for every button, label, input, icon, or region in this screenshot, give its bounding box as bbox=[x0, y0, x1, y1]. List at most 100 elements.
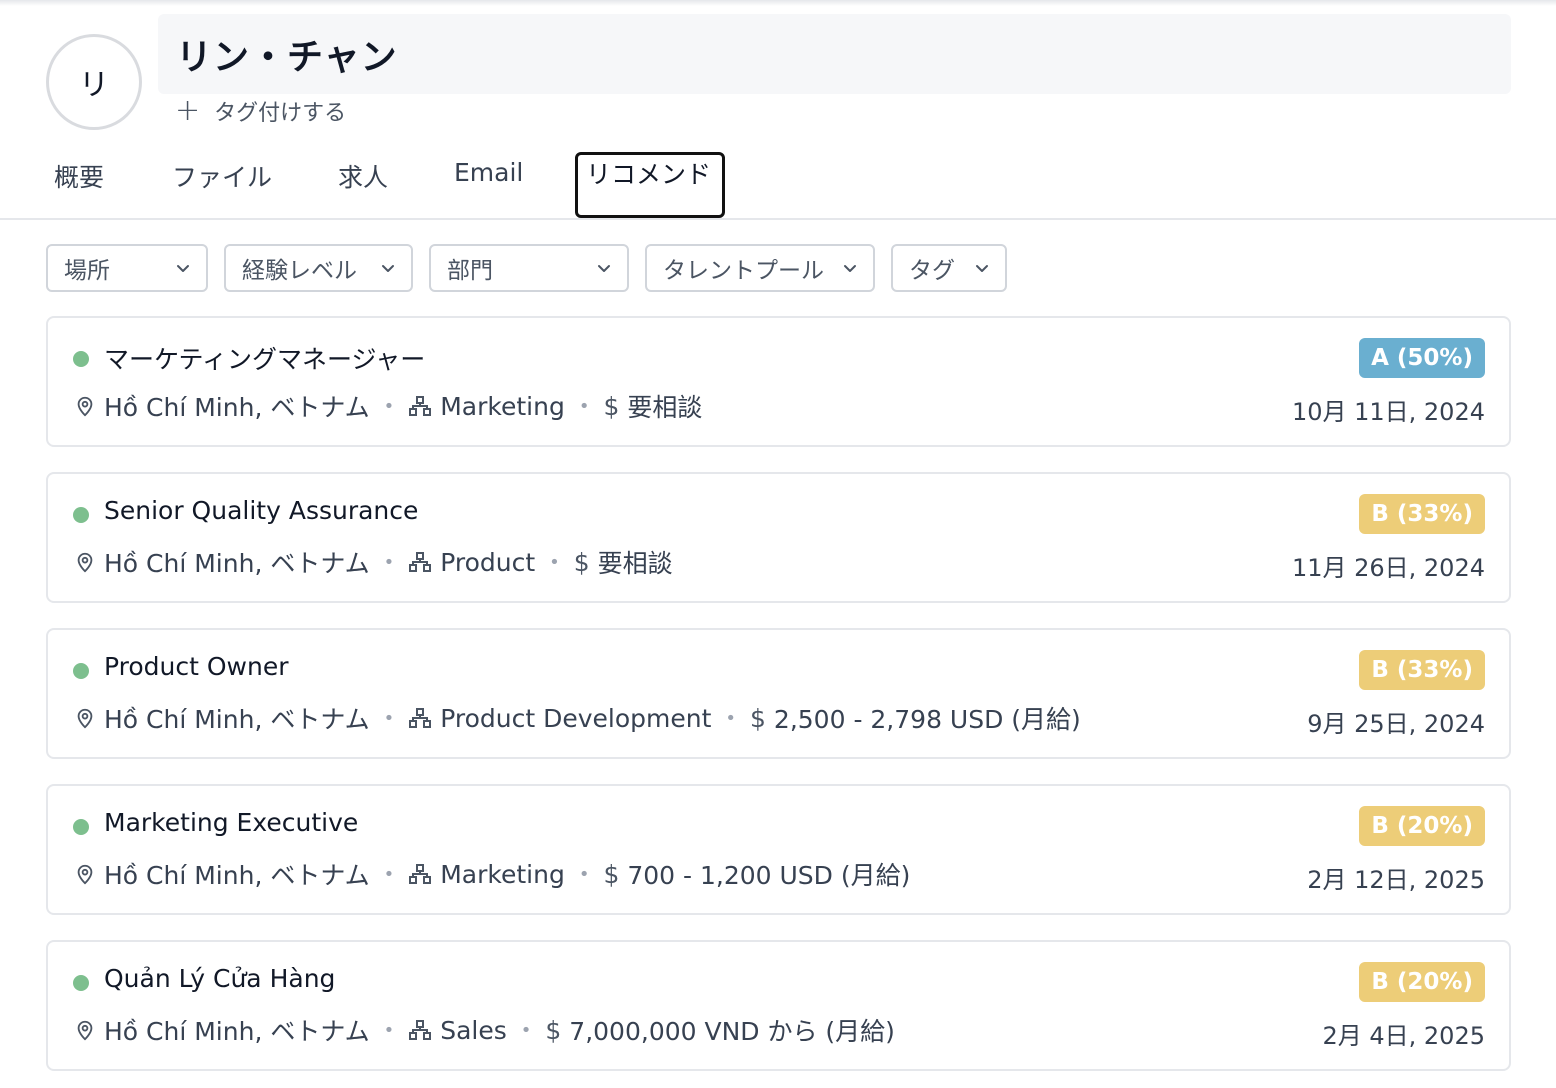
candidate-name-field[interactable]: リン・チャン bbox=[158, 14, 1511, 94]
add-tag-label: タグ付けする bbox=[214, 101, 347, 126]
match-grade-badge: B (33%) bbox=[1359, 650, 1485, 690]
tab-overview[interactable]: 概要 bbox=[54, 154, 104, 214]
separator-dot: • bbox=[383, 395, 395, 417]
separator-dot: • bbox=[578, 863, 590, 885]
filter-label: 部門 bbox=[447, 258, 493, 284]
status-dot bbox=[73, 663, 89, 679]
job-meta: Hồ Chí Minh, ベトナム • Marketing • $ 要相談 bbox=[74, 388, 702, 424]
tab-jobs[interactable]: 求人 bbox=[338, 154, 388, 214]
job-card[interactable]: Product Owner Hồ Chí Minh, ベトナム • Produc… bbox=[46, 628, 1511, 759]
location-pin-icon bbox=[77, 1020, 93, 1041]
job-card[interactable]: Senior Quality Assurance Hồ Chí Minh, ベト… bbox=[46, 472, 1511, 603]
chevron-down-icon bbox=[976, 265, 988, 272]
filter-tag[interactable]: タグ bbox=[891, 244, 1007, 292]
chevron-down-icon bbox=[844, 265, 856, 272]
job-salary: 700 - 1,200 USD (月給) bbox=[627, 861, 911, 890]
match-grade-badge: B (20%) bbox=[1359, 962, 1485, 1002]
dollar-icon: $ bbox=[603, 859, 620, 889]
avatar-initial: リ bbox=[79, 68, 109, 103]
match-grade-badge: B (33%) bbox=[1359, 494, 1485, 534]
candidate-name: リン・チャン bbox=[176, 37, 398, 78]
dollar-icon: $ bbox=[750, 703, 766, 733]
filter-label: 経験レベル bbox=[242, 258, 357, 284]
location-pin-icon bbox=[77, 396, 93, 417]
filter-location[interactable]: 場所 bbox=[46, 244, 208, 292]
job-meta: Hồ Chí Minh, ベトナム • Marketing • $ 700 - … bbox=[74, 856, 910, 892]
chevron-down-icon bbox=[598, 265, 610, 272]
job-location: Hồ Chí Minh, ベトナム bbox=[104, 393, 370, 422]
tab-label: ファイル bbox=[172, 163, 273, 192]
location-pin-icon bbox=[77, 708, 93, 729]
separator-dot: • bbox=[549, 551, 560, 573]
status-dot bbox=[73, 819, 89, 835]
filter-label: 場所 bbox=[64, 258, 110, 284]
job-title[interactable]: Senior Quality Assurance bbox=[104, 496, 418, 525]
job-salary: 要相談 bbox=[597, 549, 673, 578]
separator-dot: • bbox=[383, 863, 395, 885]
tab-label: 求人 bbox=[338, 163, 389, 192]
department-icon bbox=[409, 708, 432, 728]
status-dot bbox=[73, 351, 89, 367]
job-title[interactable]: マーケティングマネージャー bbox=[104, 340, 425, 376]
location-pin-icon bbox=[77, 552, 93, 573]
department-icon bbox=[409, 396, 432, 416]
job-salary: 要相談 bbox=[627, 393, 703, 422]
job-salary: 7,000,000 VND から (月給) bbox=[569, 1017, 895, 1046]
job-date: 10月 11日, 2024 bbox=[1291, 398, 1485, 426]
job-card[interactable]: Marketing Executive Hồ Chí Minh, ベトナム • … bbox=[46, 784, 1511, 915]
job-card[interactable]: マーケティングマネージャー Hồ Chí Minh, ベトナム • Market… bbox=[46, 316, 1511, 447]
chevron-down-icon bbox=[382, 265, 394, 272]
separator-dot: • bbox=[578, 395, 590, 417]
separator-dot: • bbox=[725, 707, 737, 729]
job-date: 11月 26日, 2024 bbox=[1291, 554, 1485, 582]
dollar-icon: $ bbox=[603, 391, 620, 421]
dollar-icon: $ bbox=[573, 547, 590, 577]
location-pin-icon bbox=[77, 864, 93, 885]
separator-dot: • bbox=[520, 1019, 532, 1041]
job-card[interactable]: Quản Lý Cửa Hàng Hồ Chí Minh, ベトナム • Sal… bbox=[46, 940, 1511, 1071]
job-location: Hồ Chí Minh, ベトナム bbox=[104, 861, 370, 890]
job-date: 2月 12日, 2025 bbox=[1307, 866, 1485, 894]
filter-talent-pool[interactable]: タレントプール bbox=[645, 244, 875, 292]
job-meta: Hồ Chí Minh, ベトナム • Product Development … bbox=[74, 700, 1081, 736]
avatar: リ bbox=[46, 34, 142, 130]
separator-dot: • bbox=[383, 707, 395, 729]
top-shadow bbox=[0, 0, 1556, 6]
filter-experience-level[interactable]: 経験レベル bbox=[224, 244, 413, 292]
job-department: Marketing bbox=[440, 391, 565, 421]
filter-label: タグ bbox=[909, 258, 955, 284]
tab-bar: 概要 ファイル 求人 Email リコメンド bbox=[0, 150, 1556, 220]
tab-label: 概要 bbox=[54, 163, 105, 192]
tab-label: Email bbox=[454, 158, 524, 187]
job-location: Hồ Chí Minh, ベトナム bbox=[104, 549, 370, 578]
dollar-icon: $ bbox=[545, 1015, 562, 1045]
job-department: Marketing bbox=[440, 859, 565, 889]
department-icon bbox=[409, 552, 432, 572]
job-title[interactable]: Marketing Executive bbox=[104, 808, 358, 837]
chevron-down-icon bbox=[177, 265, 189, 272]
job-location: Hồ Chí Minh, ベトナム bbox=[104, 1017, 370, 1046]
candidate-page: リ リン・チャン + タグ付けする 概要 ファイル 求人 Email リコメンド… bbox=[0, 0, 1556, 1088]
job-department: Sales bbox=[440, 1015, 507, 1045]
tab-files[interactable]: ファイル bbox=[172, 154, 272, 214]
plus-icon: + bbox=[175, 93, 201, 128]
department-icon bbox=[409, 864, 432, 884]
job-title[interactable]: Product Owner bbox=[104, 652, 289, 681]
filter-department[interactable]: 部門 bbox=[429, 244, 629, 292]
tab-email[interactable]: Email bbox=[454, 154, 523, 214]
job-department: Product Development bbox=[440, 703, 712, 733]
job-meta: Hồ Chí Minh, ベトナム • Sales • $ 7,000,000 … bbox=[74, 1012, 895, 1048]
job-salary: 2,500 - 2,798 USD (月給) bbox=[773, 705, 1081, 734]
job-title[interactable]: Quản Lý Cửa Hàng bbox=[104, 964, 335, 993]
status-dot bbox=[73, 975, 89, 991]
tab-recommend[interactable]: リコメンド bbox=[575, 152, 725, 218]
department-icon bbox=[409, 1020, 432, 1040]
job-meta: Hồ Chí Minh, ベトナム • Product • $ 要相談 bbox=[74, 544, 673, 580]
match-grade-badge: A (50%) bbox=[1359, 338, 1485, 378]
job-department: Product bbox=[440, 547, 536, 577]
add-tag-button[interactable]: + タグ付けする bbox=[175, 94, 346, 128]
tabs-divider bbox=[0, 218, 1556, 220]
job-location: Hồ Chí Minh, ベトナム bbox=[104, 705, 370, 734]
filter-label: タレントプール bbox=[663, 258, 824, 284]
separator-dot: • bbox=[383, 1019, 395, 1041]
